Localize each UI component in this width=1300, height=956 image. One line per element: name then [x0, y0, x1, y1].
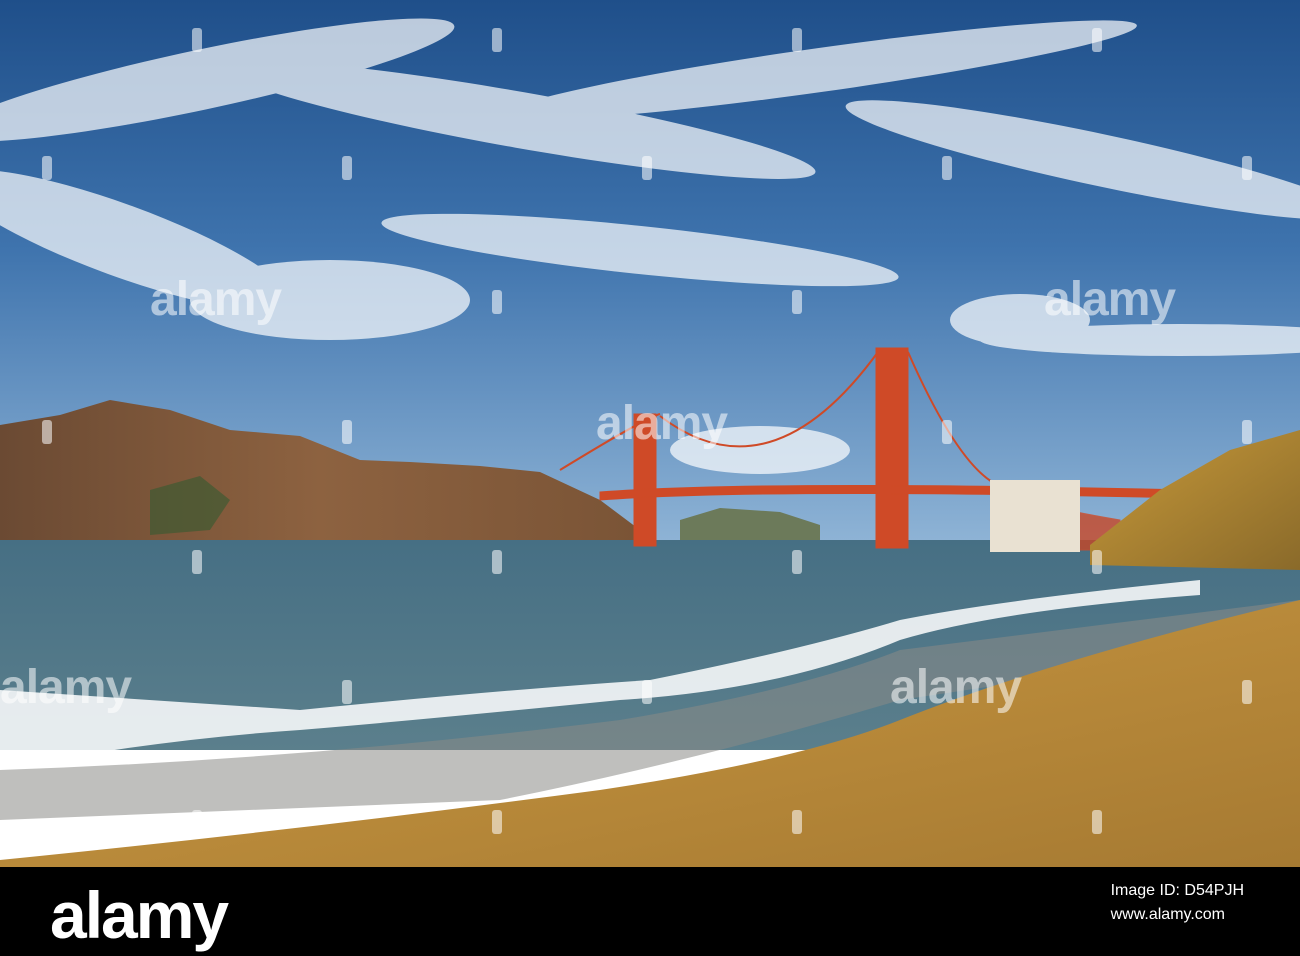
footer-bar: alamy Image ID: D54PJH www.alamy.com: [0, 867, 1300, 956]
fort-base: [990, 480, 1080, 552]
image-canvas: alamy alamy alamy alamy alamy alamy Imag…: [0, 0, 1300, 956]
golden-gate-photo: [0, 0, 1300, 867]
site-link[interactable]: www.alamy.com: [1111, 903, 1244, 927]
alamy-logo: alamy: [50, 877, 229, 952]
image-id-label: Image ID: D54PJH: [1110, 882, 1244, 899]
footer-info: Image ID: D54PJH www.alamy.com: [1111, 879, 1244, 927]
